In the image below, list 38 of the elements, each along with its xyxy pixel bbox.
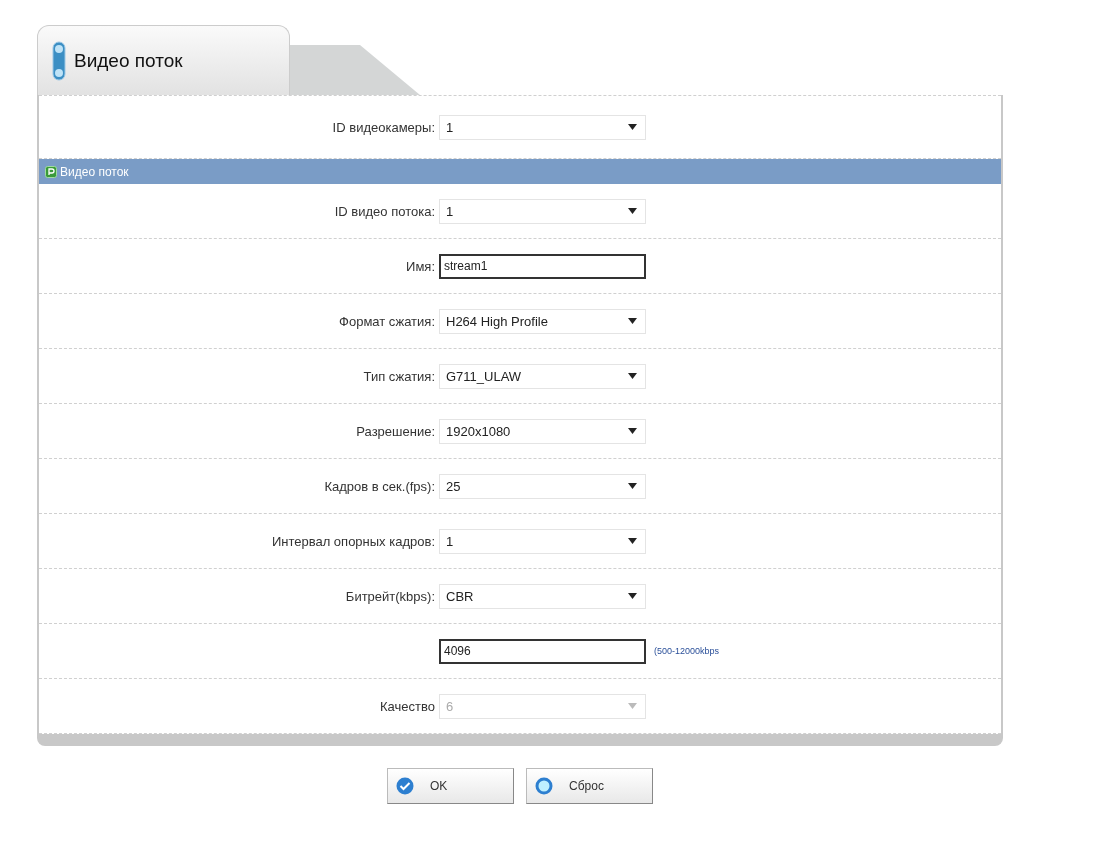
dropdown-arrow-icon (628, 318, 637, 324)
field-label: Тип сжатия: (362, 368, 436, 384)
dropdown[interactable]: 1 (439, 198, 646, 224)
tab[interactable]: Видео поток (37, 25, 290, 95)
dropdown-arrow-icon (628, 483, 637, 489)
field-label: Кадров в сек.(fps): (323, 478, 436, 494)
reset-button[interactable]: Сброс (526, 768, 653, 804)
dropdown-arrow-icon (628, 208, 637, 214)
dropdown-arrow-icon (628, 703, 637, 709)
ok-button[interactable]: OK (387, 768, 514, 804)
dropdown[interactable]: G711_ULAW (439, 363, 646, 389)
capsule-icon (52, 40, 66, 81)
dropdown-arrow-icon (628, 428, 637, 434)
dropdown-arrow-icon (628, 593, 637, 599)
field-label: Интервал опорных кадров: (270, 533, 436, 549)
dropdown[interactable]: 25 (439, 473, 646, 499)
ring-icon (535, 777, 553, 795)
field-label: Качество (379, 698, 436, 714)
range-hint: (500-12000kbps (654, 646, 720, 656)
dropdown[interactable]: 1920x1080 (439, 418, 646, 444)
dropdown-arrow-icon (628, 538, 637, 544)
section-title: Видео поток (60, 164, 129, 179)
field-label: ID видео потока: (333, 203, 436, 219)
field-label: Имя: (405, 258, 436, 274)
field-label: Формат сжатия: (338, 313, 436, 329)
field-label: Битрейт(kbps): (344, 588, 436, 604)
dropdown[interactable]: CBR (439, 583, 646, 609)
dropdown[interactable]: H264 High Profile (439, 308, 646, 334)
field-label: ID видеокамеры: (331, 119, 436, 135)
checkmark-icon (396, 777, 414, 795)
dropdown[interactable]: 1 (439, 528, 646, 554)
camera-select[interactable]: 1 (439, 114, 646, 140)
dropdown-arrow-icon (628, 373, 637, 379)
field-label: Разрешение: (355, 423, 436, 439)
dropdown-arrow-icon (628, 124, 637, 130)
input-field[interactable]: 4096 (439, 638, 646, 664)
input-field[interactable]: stream1 (439, 253, 646, 279)
section-icon (45, 165, 57, 178)
